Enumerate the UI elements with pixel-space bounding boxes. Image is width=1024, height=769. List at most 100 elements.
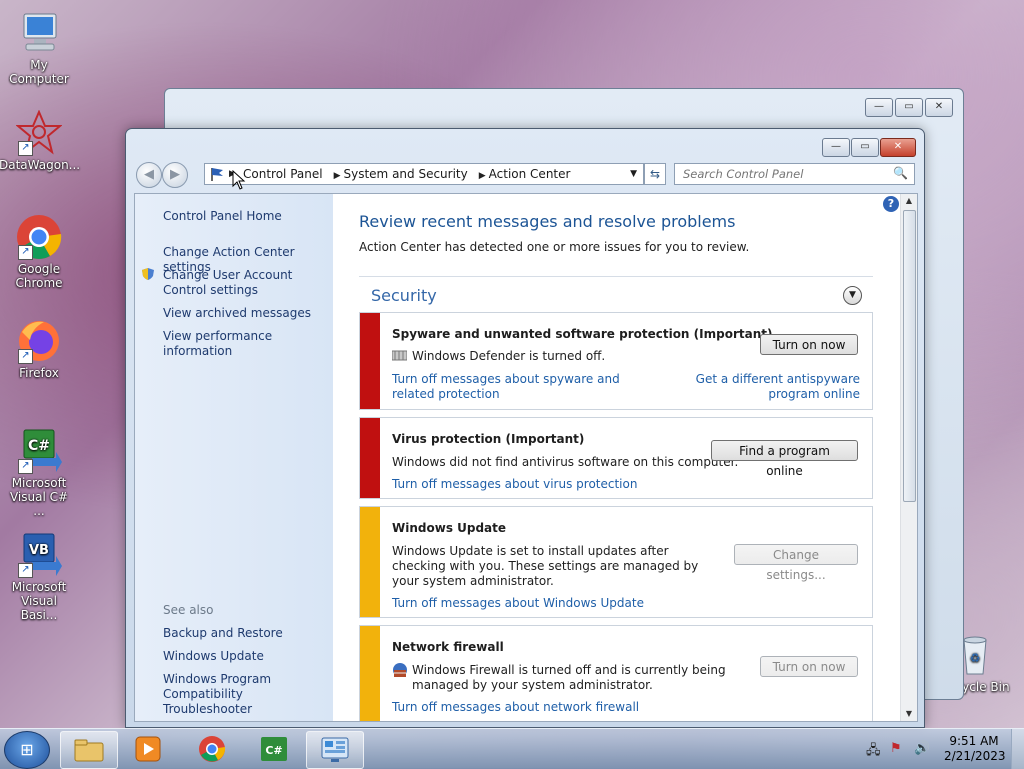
desktop-icon-label: DataWagon... <box>0 158 81 172</box>
turn-on-defender-button[interactable]: Turn on now <box>760 334 858 355</box>
bg-maximize-button[interactable]: ▭ <box>895 98 923 117</box>
alert-severity-bar <box>360 507 380 617</box>
alert-description: Windows Defender is turned off. <box>412 349 606 363</box>
search-box[interactable]: 🔍 <box>674 163 915 185</box>
shortcut-arrow-icon: ↗ <box>18 245 33 260</box>
virus-alert-card: Virus protection (Important) Windows did… <box>359 417 873 499</box>
chrome-icon: ↗ <box>16 214 62 260</box>
turn-off-virus-messages-link[interactable]: Turn off messages about virus protection <box>392 477 637 492</box>
alert-description: Windows did not find antivirus software … <box>392 455 739 469</box>
search-icon[interactable]: 🔍 <box>893 166 908 180</box>
visual-basic-icon: VB ↗ <box>16 532 62 578</box>
minimize-button[interactable]: — <box>822 138 850 157</box>
compatibility-troubleshooter-link[interactable]: Windows Program Compatibility Troublesho… <box>163 672 333 717</box>
alert-description: Windows Update is set to install updates… <box>392 544 699 588</box>
chrome-icon <box>198 736 226 762</box>
shortcut-arrow-icon: ↗ <box>18 563 33 578</box>
breadcrumb-separator-icon[interactable]: ▶ <box>479 171 486 181</box>
folder-icon <box>74 739 104 762</box>
start-button[interactable]: ⊞ <box>4 731 50 769</box>
get-antispyware-link[interactable]: Get a different antispyware program onli… <box>690 372 860 402</box>
desktop-icon-label: Google Chrome <box>15 262 63 290</box>
main-pane: Review recent messages and resolve probl… <box>333 194 899 721</box>
taskbar-explorer[interactable] <box>60 731 118 769</box>
action-center-flag-icon[interactable]: ⚑ <box>890 741 902 756</box>
svg-text:VB: VB <box>29 543 49 558</box>
windows-update-link[interactable]: Windows Update <box>163 649 333 664</box>
breadcrumb-separator-icon[interactable]: ▶ <box>334 171 341 181</box>
change-settings-button[interactable]: Change settings... <box>734 544 858 582</box>
search-input[interactable] <box>681 166 885 182</box>
taskbar: ⊞ C# 🖧 ⚑ 🔊 9:51 AM 2/21/2023 <box>0 728 1024 769</box>
taskbar-visual-csharp[interactable]: C# <box>246 731 302 767</box>
view-performance-information-link[interactable]: View performance information <box>163 329 333 359</box>
show-desktop-button[interactable] <box>1011 729 1024 769</box>
desktop-icon-my-computer[interactable]: My Computer <box>0 10 79 86</box>
security-section-title[interactable]: Security <box>371 286 437 305</box>
desktop-icon-label: My Computer <box>9 58 69 86</box>
control-panel-home-link[interactable]: Control Panel Home <box>163 209 333 224</box>
page-title: Review recent messages and resolve probl… <box>359 212 736 231</box>
clock-date: 2/21/2023 <box>944 749 1006 763</box>
windows-update-alert-card: Windows Update Windows Update is set to … <box>359 506 873 618</box>
taskbar-control-panel[interactable] <box>306 731 364 769</box>
desktop-icon-datawagon[interactable]: ↗ DataWagon... <box>0 109 81 172</box>
address-bar[interactable]: ▶ Control Panel ▶ System and Security ▶ Acti… <box>204 163 644 185</box>
datawagon-icon: ↗ <box>15 109 63 156</box>
see-also-heading: See also <box>163 603 214 617</box>
desktop-icon-chrome[interactable]: ↗ Google Chrome <box>0 214 79 290</box>
backup-restore-link[interactable]: Backup and Restore <box>163 626 333 641</box>
desktop-icon-visual-basic[interactable]: VB ↗ Microsoft Visual Basi... <box>0 532 79 622</box>
shortcut-arrow-icon: ↗ <box>18 459 33 474</box>
firefox-icon: ↗ <box>16 318 62 364</box>
breadcrumb-system-security[interactable]: System and Security <box>344 167 468 181</box>
vertical-scrollbar[interactable]: ▲ ▼ <box>900 194 917 721</box>
bg-minimize-button[interactable]: — <box>865 98 893 117</box>
scroll-thumb[interactable] <box>903 210 916 502</box>
desktop-icon-visual-csharp[interactable]: C# ↗ Microsoft Visual C# ... <box>0 428 79 518</box>
alert-title: Virus protection (Important) <box>392 432 585 446</box>
svg-text:C#: C# <box>28 438 50 454</box>
refresh-button[interactable]: ⇆ <box>644 163 666 185</box>
breadcrumb: Control Panel ▶ System and Security ▶ Action… <box>243 164 573 186</box>
visual-csharp-icon: C# <box>260 737 288 761</box>
media-player-icon <box>135 736 161 762</box>
close-button[interactable]: ✕ <box>880 138 916 157</box>
maximize-button[interactable]: ▭ <box>851 138 879 157</box>
network-icon[interactable]: 🖧 <box>866 741 881 763</box>
action-center-window[interactable]: — ▭ ✕ ◀ ▶ ▶ Control Panel ▶ System and Sec… <box>125 128 925 728</box>
alert-title: Windows Update <box>392 521 507 535</box>
change-uac-settings-link[interactable]: Change User Account Control settings <box>163 268 333 298</box>
visual-csharp-icon: C# ↗ <box>16 428 62 474</box>
taskbar-media-player[interactable] <box>120 731 176 767</box>
taskbar-chrome[interactable] <box>184 731 240 767</box>
help-button[interactable]: ? <box>883 196 899 212</box>
scroll-down-button[interactable]: ▼ <box>901 707 917 721</box>
breadcrumb-control-panel[interactable]: Control Panel <box>243 167 323 181</box>
forward-button[interactable]: ▶ <box>162 162 188 188</box>
alert-description: Windows Firewall is turned off and is cu… <box>412 663 726 692</box>
clock[interactable]: 9:51 AM 2/21/2023 <box>944 734 1006 764</box>
turn-off-update-messages-link[interactable]: Turn off messages about Windows Update <box>392 596 644 611</box>
refresh-icon: ⇆ <box>649 167 661 181</box>
find-program-online-button[interactable]: Find a program online <box>711 440 858 478</box>
turn-on-firewall-button[interactable]: Turn on now <box>760 656 858 677</box>
desktop-icon-label: Firefox <box>19 366 59 380</box>
turn-off-firewall-messages-link[interactable]: Turn off messages about network firewall <box>392 700 639 715</box>
defender-icon <box>391 349 408 364</box>
collapse-section-button[interactable]: ▼ <box>843 286 862 305</box>
windows-logo-icon: ⊞ <box>20 740 34 759</box>
breadcrumb-action-center[interactable]: Action Center <box>489 167 571 181</box>
desktop-icon-firefox[interactable]: ↗ Firefox <box>0 318 79 380</box>
back-arrow-icon: ◀ <box>144 167 154 182</box>
address-dropdown-icon[interactable]: ▼ <box>630 164 637 184</box>
bg-close-button[interactable]: ✕ <box>925 98 953 117</box>
alert-severity-bar <box>360 626 380 721</box>
scroll-up-button[interactable]: ▲ <box>901 194 917 208</box>
uac-shield-icon <box>141 267 155 281</box>
back-button[interactable]: ◀ <box>136 162 162 188</box>
turn-off-spyware-messages-link[interactable]: Turn off messages about spyware and rela… <box>392 372 652 402</box>
volume-icon[interactable]: 🔊 <box>914 741 930 756</box>
action-center-flag-icon <box>209 166 225 185</box>
view-archived-messages-link[interactable]: View archived messages <box>163 306 333 321</box>
